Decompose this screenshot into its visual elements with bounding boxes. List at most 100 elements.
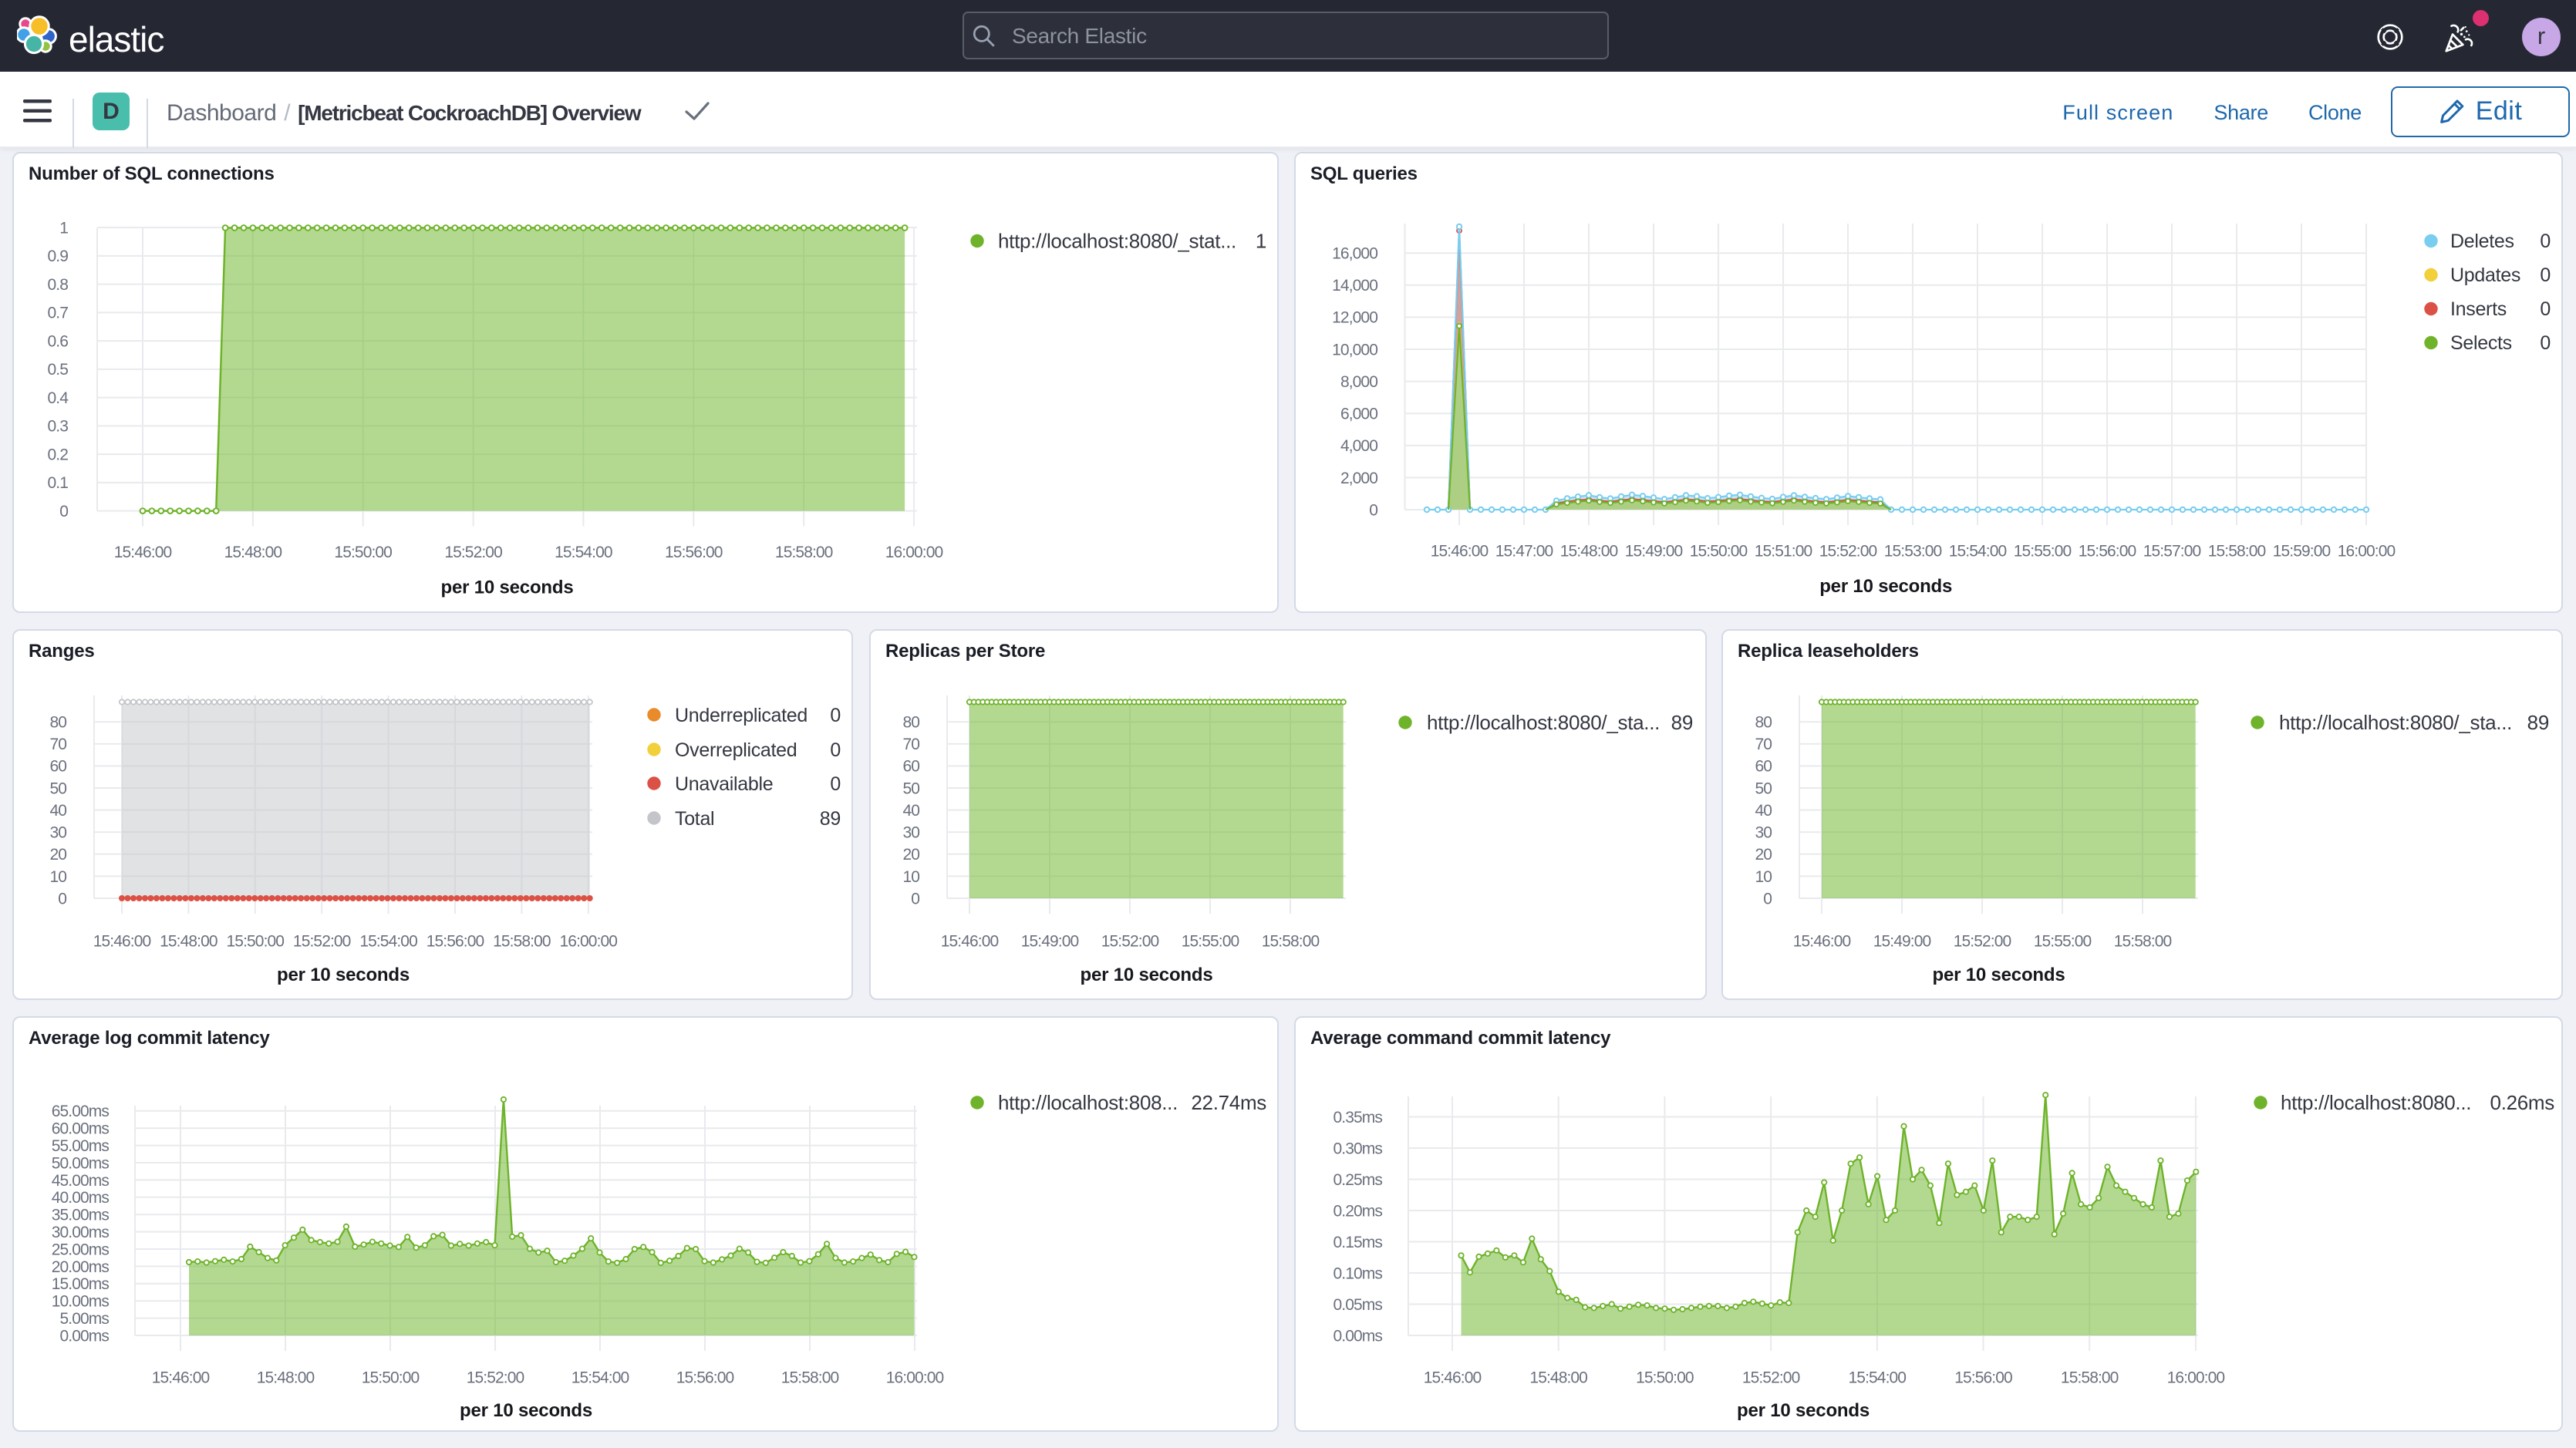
svg-text:0.05ms: 0.05ms bbox=[1334, 1296, 1383, 1314]
svg-text:16:00:00: 16:00:00 bbox=[560, 932, 618, 950]
svg-text:22.74ms: 22.74ms bbox=[1191, 1091, 1266, 1114]
svg-text:50: 50 bbox=[49, 780, 66, 797]
svg-text:16:00:00: 16:00:00 bbox=[2338, 542, 2396, 560]
svg-text:0.20ms: 0.20ms bbox=[1334, 1202, 1383, 1220]
svg-text:15:58:00: 15:58:00 bbox=[1262, 932, 1320, 950]
svg-text:0.00ms: 0.00ms bbox=[60, 1327, 110, 1345]
svg-text:16,000: 16,000 bbox=[1332, 245, 1377, 263]
svg-text:15:46:00: 15:46:00 bbox=[152, 1369, 210, 1386]
svg-text:2,000: 2,000 bbox=[1340, 470, 1377, 487]
svg-text:30: 30 bbox=[1755, 824, 1772, 842]
svg-text:15:52:00: 15:52:00 bbox=[444, 544, 502, 561]
svg-text:40.00ms: 40.00ms bbox=[52, 1189, 110, 1207]
svg-text:15:52:00: 15:52:00 bbox=[1101, 932, 1159, 950]
svg-text:15:54:00: 15:54:00 bbox=[555, 544, 612, 561]
svg-text:0.26ms: 0.26ms bbox=[2490, 1091, 2555, 1114]
svg-text:15:56:00: 15:56:00 bbox=[676, 1369, 734, 1386]
svg-text:15:52:00: 15:52:00 bbox=[1742, 1369, 1800, 1386]
svg-text:16:00:00: 16:00:00 bbox=[2167, 1369, 2225, 1386]
svg-text:15.00ms: 15.00ms bbox=[52, 1275, 110, 1293]
svg-text:http://localhost:8080...: http://localhost:8080... bbox=[2281, 1091, 2471, 1114]
svg-text:55.00ms: 55.00ms bbox=[52, 1137, 110, 1155]
svg-text:15:46:00: 15:46:00 bbox=[1424, 1369, 1482, 1386]
svg-text:65.00ms: 65.00ms bbox=[52, 1103, 110, 1120]
svg-text:0.2: 0.2 bbox=[48, 446, 69, 464]
svg-text:80: 80 bbox=[902, 714, 919, 732]
svg-text:80: 80 bbox=[1755, 714, 1772, 732]
svg-text:http://localhost:808...: http://localhost:808... bbox=[998, 1091, 1178, 1114]
svg-text:15:46:00: 15:46:00 bbox=[93, 932, 151, 950]
svg-text:20.00ms: 20.00ms bbox=[52, 1258, 110, 1276]
svg-text:15:55:00: 15:55:00 bbox=[2014, 542, 2072, 560]
svg-text:15:55:00: 15:55:00 bbox=[1182, 932, 1239, 950]
svg-text:0: 0 bbox=[58, 890, 66, 908]
svg-text:Selects: Selects bbox=[2450, 332, 2512, 354]
svg-text:89: 89 bbox=[1671, 711, 1693, 734]
svg-text:40: 40 bbox=[902, 802, 919, 820]
svg-text:per 10 seconds: per 10 seconds bbox=[1081, 965, 1213, 985]
svg-text:0.00ms: 0.00ms bbox=[1334, 1327, 1383, 1345]
svg-text:40: 40 bbox=[1755, 802, 1772, 820]
svg-text:10: 10 bbox=[49, 868, 66, 886]
svg-text:per 10 seconds: per 10 seconds bbox=[277, 965, 410, 985]
svg-text:per 10 seconds: per 10 seconds bbox=[1819, 576, 1952, 597]
svg-text:30: 30 bbox=[49, 824, 66, 842]
svg-text:0: 0 bbox=[1763, 890, 1772, 908]
svg-text:0.15ms: 0.15ms bbox=[1334, 1234, 1383, 1251]
svg-text:50.00ms: 50.00ms bbox=[52, 1154, 110, 1172]
svg-text:50: 50 bbox=[902, 780, 919, 797]
svg-text:15:52:00: 15:52:00 bbox=[1954, 932, 2011, 950]
svg-text:89: 89 bbox=[2527, 711, 2549, 734]
svg-text:4,000: 4,000 bbox=[1340, 437, 1377, 455]
svg-text:0: 0 bbox=[59, 503, 68, 520]
svg-text:70: 70 bbox=[1755, 736, 1772, 753]
svg-text:http://localhost:8080/_sta...: http://localhost:8080/_sta... bbox=[1427, 711, 1660, 734]
svg-text:15:58:00: 15:58:00 bbox=[2208, 542, 2266, 560]
svg-text:15:58:00: 15:58:00 bbox=[2061, 1369, 2119, 1386]
svg-text:Overreplicated: Overreplicated bbox=[675, 739, 797, 761]
svg-text:15:50:00: 15:50:00 bbox=[227, 932, 285, 950]
svg-text:15:54:00: 15:54:00 bbox=[572, 1369, 629, 1386]
svg-text:15:52:00: 15:52:00 bbox=[467, 1369, 524, 1386]
svg-text:89: 89 bbox=[820, 808, 841, 830]
svg-text:Total: Total bbox=[675, 808, 714, 830]
svg-text:Deletes: Deletes bbox=[2450, 231, 2514, 252]
svg-text:16:00:00: 16:00:00 bbox=[885, 544, 943, 561]
svg-text:15:50:00: 15:50:00 bbox=[362, 1369, 420, 1386]
svg-text:0.7: 0.7 bbox=[48, 305, 69, 322]
svg-text:0.8: 0.8 bbox=[48, 276, 69, 294]
svg-text:0.6: 0.6 bbox=[48, 333, 69, 351]
svg-text:15:54:00: 15:54:00 bbox=[1849, 1369, 1907, 1386]
svg-text:15:48:00: 15:48:00 bbox=[160, 932, 217, 950]
svg-text:15:58:00: 15:58:00 bbox=[2114, 932, 2172, 950]
svg-text:0: 0 bbox=[830, 773, 841, 795]
svg-text:20: 20 bbox=[902, 846, 919, 864]
svg-text:30: 30 bbox=[902, 824, 919, 842]
svg-text:15:56:00: 15:56:00 bbox=[427, 932, 484, 950]
svg-text:16:00:00: 16:00:00 bbox=[886, 1369, 944, 1386]
svg-text:0: 0 bbox=[2540, 231, 2551, 252]
svg-text:15:52:00: 15:52:00 bbox=[293, 932, 351, 950]
svg-text:Unavailable: Unavailable bbox=[675, 773, 773, 795]
svg-text:15:52:00: 15:52:00 bbox=[1819, 542, 1877, 560]
svg-text:15:48:00: 15:48:00 bbox=[224, 544, 282, 561]
svg-text:Updates: Updates bbox=[2450, 264, 2520, 286]
svg-text:15:47:00: 15:47:00 bbox=[1495, 542, 1553, 560]
svg-text:0.30ms: 0.30ms bbox=[1334, 1140, 1383, 1157]
svg-text:15:57:00: 15:57:00 bbox=[2143, 542, 2201, 560]
svg-text:15:46:00: 15:46:00 bbox=[114, 544, 172, 561]
svg-text:0.3: 0.3 bbox=[48, 418, 69, 436]
svg-text:15:56:00: 15:56:00 bbox=[2079, 542, 2136, 560]
svg-text:50: 50 bbox=[1755, 780, 1772, 797]
svg-text:0.4: 0.4 bbox=[48, 389, 69, 407]
svg-text:60: 60 bbox=[49, 758, 66, 776]
svg-text:70: 70 bbox=[902, 736, 919, 753]
svg-text:0: 0 bbox=[2540, 332, 2551, 354]
svg-text:15:50:00: 15:50:00 bbox=[1636, 1369, 1694, 1386]
svg-text:http://localhost:8080/_sta...: http://localhost:8080/_sta... bbox=[2279, 711, 2512, 734]
svg-text:0.1: 0.1 bbox=[48, 474, 69, 492]
svg-text:15:56:00: 15:56:00 bbox=[1954, 1369, 2012, 1386]
svg-text:40: 40 bbox=[49, 802, 66, 820]
svg-text:15:48:00: 15:48:00 bbox=[1560, 542, 1618, 560]
svg-text:15:48:00: 15:48:00 bbox=[1529, 1369, 1587, 1386]
